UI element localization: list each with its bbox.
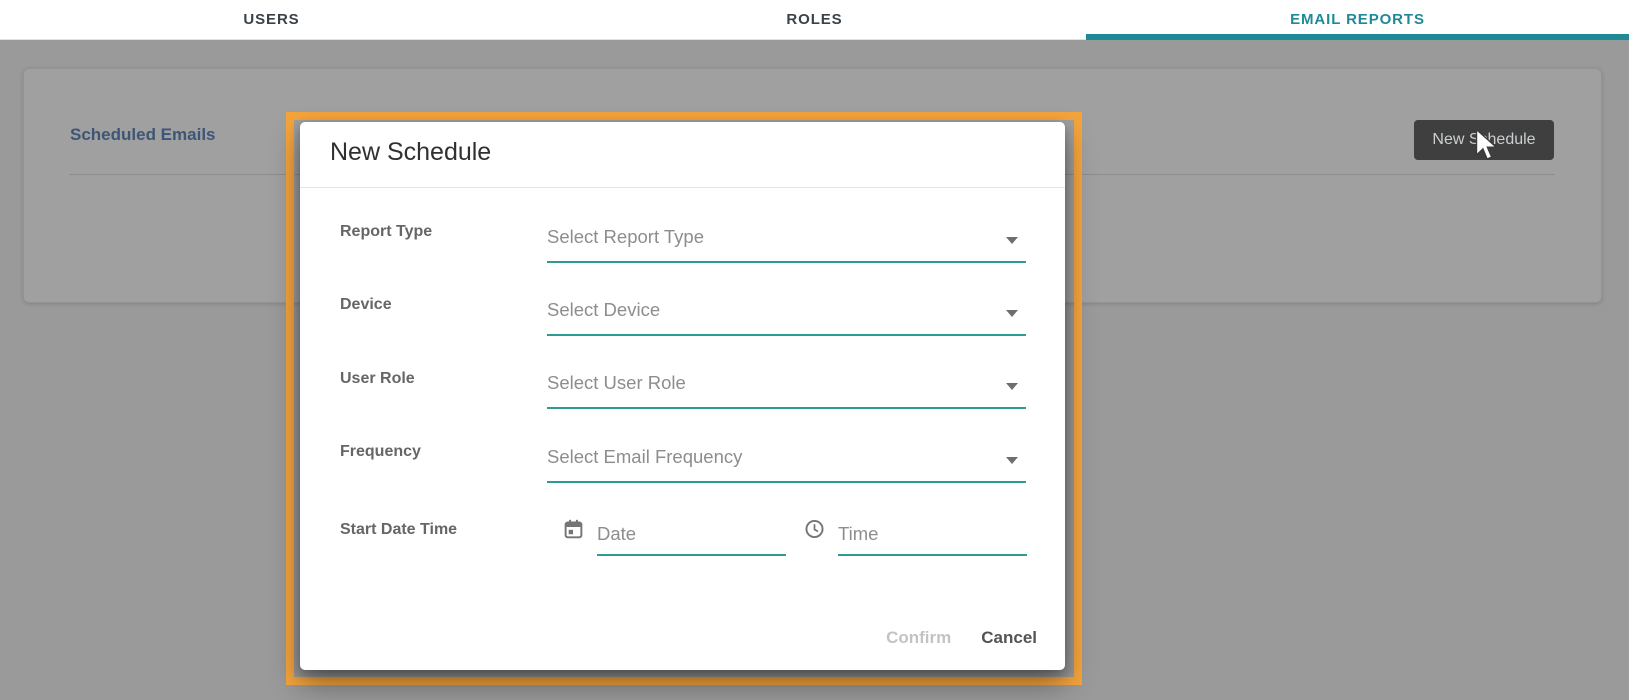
dialog-footer: Confirm Cancel — [886, 628, 1037, 648]
device-select[interactable]: Select Device — [547, 284, 1026, 336]
active-tab-indicator — [1086, 34, 1629, 40]
cancel-button[interactable]: Cancel — [981, 628, 1037, 648]
screen: USERS ROLES EMAIL REPORTS Scheduled Emai… — [0, 0, 1629, 700]
tab-email-reports[interactable]: EMAIL REPORTS — [1086, 0, 1629, 39]
frequency-label: Frequency — [340, 443, 421, 461]
chevron-down-icon — [1006, 383, 1018, 390]
top-tab-bar: USERS ROLES EMAIL REPORTS — [0, 0, 1629, 40]
tab-roles[interactable]: ROLES — [543, 0, 1086, 39]
time-input[interactable]: Time — [838, 512, 1027, 556]
dialog-title: New Schedule — [330, 138, 491, 167]
date-input[interactable]: Date — [597, 512, 786, 556]
report-type-select[interactable]: Select Report Type — [547, 211, 1026, 263]
time-placeholder: Time — [838, 523, 878, 545]
date-placeholder: Date — [597, 523, 636, 545]
device-label: Device — [340, 296, 392, 314]
chevron-down-icon — [1006, 457, 1018, 464]
dialog-header-divider — [300, 187, 1065, 188]
report-type-label: Report Type — [340, 223, 432, 241]
clock-icon — [804, 518, 825, 540]
device-placeholder: Select Device — [547, 299, 660, 321]
user-role-label: User Role — [340, 370, 415, 388]
tab-users[interactable]: USERS — [0, 0, 543, 39]
new-schedule-button[interactable]: New Schedule — [1414, 120, 1554, 160]
calendar-icon — [563, 518, 584, 540]
new-schedule-dialog: New Schedule Report Type Select Report T… — [300, 122, 1065, 670]
tab-roles-label: ROLES — [786, 11, 842, 28]
start-date-time-label: Start Date Time — [340, 521, 457, 539]
confirm-button[interactable]: Confirm — [886, 628, 951, 648]
user-role-select[interactable]: Select User Role — [547, 357, 1026, 409]
frequency-placeholder: Select Email Frequency — [547, 446, 742, 468]
frequency-select[interactable]: Select Email Frequency — [547, 431, 1026, 483]
chevron-down-icon — [1006, 310, 1018, 317]
user-role-placeholder: Select User Role — [547, 372, 686, 394]
report-type-placeholder: Select Report Type — [547, 226, 704, 248]
section-title: Scheduled Emails — [70, 125, 216, 145]
chevron-down-icon — [1006, 237, 1018, 244]
tab-email-reports-label: EMAIL REPORTS — [1290, 11, 1425, 28]
tab-users-label: USERS — [243, 11, 299, 28]
